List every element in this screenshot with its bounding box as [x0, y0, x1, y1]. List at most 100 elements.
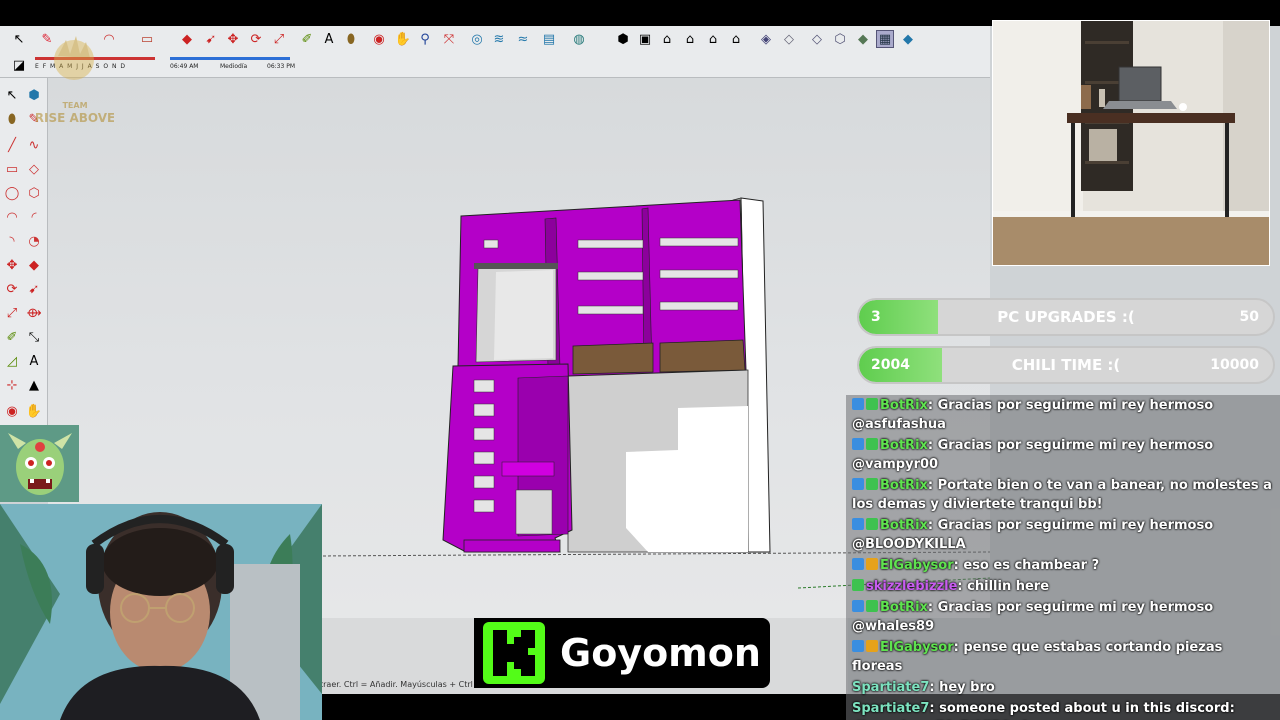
shaded-icon[interactable]: ⬡: [831, 30, 849, 48]
move-icon[interactable]: ✥: [224, 30, 242, 48]
text-tool-icon[interactable]: A: [320, 30, 338, 48]
orbit-icon[interactable]: ◉: [370, 30, 388, 48]
green-badge-icon: [866, 398, 878, 410]
blue-badge-icon: [852, 518, 864, 530]
scale-left-icon[interactable]: ⤢: [3, 304, 21, 322]
lower-niche: [515, 489, 553, 535]
chat-message: ElGabysor: eso es chambear ?: [846, 555, 1280, 576]
xray-icon[interactable]: ◈: [757, 30, 775, 48]
move-left-icon[interactable]: ✥: [3, 256, 21, 274]
back-view-icon[interactable]: ⌂: [704, 30, 722, 48]
rectangle-left-icon[interactable]: ▭: [3, 160, 21, 178]
orbit-left-icon[interactable]: ◉: [3, 402, 21, 420]
three-point-arc-icon[interactable]: ◝: [3, 232, 21, 250]
shoe-slot: [473, 499, 495, 513]
line-icon[interactable]: ╱: [3, 136, 21, 154]
chat-username[interactable]: BotRix: [880, 478, 928, 493]
tape-icon[interactable]: ✐: [3, 328, 21, 346]
select-tool-icon[interactable]: ↖: [10, 30, 28, 48]
chat-username[interactable]: ElGabysor: [880, 558, 954, 573]
chat-panel: BotRix: Gracias por seguirme mi rey herm…: [846, 395, 1280, 720]
3d-text-icon[interactable]: ▲: [25, 376, 43, 394]
hidden-line-icon[interactable]: ◇: [808, 30, 826, 48]
chat-text: hey bro: [939, 680, 995, 695]
wood-drawer-left: [572, 342, 654, 375]
chat-username[interactable]: BotRix: [880, 398, 928, 413]
chat-username[interactable]: skizzlebizzle: [866, 579, 957, 594]
shoe-slot: [473, 451, 495, 465]
blue-badge-icon: [852, 558, 864, 570]
zoom-extents-icon[interactable]: ⤧: [440, 30, 458, 48]
section-cut-icon[interactable]: ≈: [514, 30, 532, 48]
chat-username[interactable]: BotRix: [880, 438, 928, 453]
chat-username[interactable]: BotRix: [880, 600, 928, 615]
pan-icon[interactable]: ✋: [394, 30, 412, 48]
shaded-textures-icon[interactable]: ◆: [854, 30, 872, 48]
styles-icon[interactable]: ◍: [570, 30, 588, 48]
chat-message: BotRix: Gracias por seguirme mi rey herm…: [846, 435, 1280, 475]
text-left-icon[interactable]: A: [25, 352, 43, 370]
rotated-rectangle-icon[interactable]: ◇: [25, 160, 43, 178]
paint-icon[interactable]: ⬮: [3, 110, 21, 128]
two-point-arc-icon[interactable]: ◜: [25, 208, 43, 226]
rotate-icon[interactable]: ⟳: [247, 30, 265, 48]
pan-left-icon[interactable]: ✋: [25, 402, 43, 420]
chat-username[interactable]: Spartiate7: [852, 680, 929, 695]
chat-message: Spartiate7: hey bro: [846, 677, 1280, 698]
dimension-icon[interactable]: ⤡: [25, 328, 43, 346]
follow-me-icon[interactable]: ➹: [202, 30, 220, 48]
top-view-icon[interactable]: ▣: [636, 30, 654, 48]
blue-badge-icon: [852, 478, 864, 490]
orange-badge-icon: [866, 558, 878, 570]
streamer-name-banner: Goyomon: [474, 618, 770, 688]
right-view-icon[interactable]: ⌂: [681, 30, 699, 48]
chat-separator: :: [927, 478, 938, 493]
section-fill-icon[interactable]: ▤: [540, 30, 558, 48]
shoe-slot: [473, 475, 495, 489]
pie-icon[interactable]: ◔: [25, 232, 43, 250]
monochrome-icon[interactable]: ▦: [876, 30, 894, 48]
status-bar: traer. Ctrl = Añadir. Mayúsculas + Ctrl: [320, 680, 473, 689]
front-view-icon[interactable]: ⌂: [658, 30, 676, 48]
zoom-icon[interactable]: ⚲: [416, 30, 434, 48]
green-badge-icon: [866, 438, 878, 450]
protractor-icon[interactable]: ◿: [3, 352, 21, 370]
time-start-label: 06:49 AM: [170, 63, 199, 70]
paint-bucket-icon[interactable]: ⬮: [342, 30, 360, 48]
wood-drawer-right: [659, 339, 746, 373]
shelf-slot: [483, 239, 499, 249]
tape-measure-icon[interactable]: ✐: [298, 30, 316, 48]
iso-view-icon[interactable]: ⬢: [614, 30, 632, 48]
orange-badge-icon: [866, 640, 878, 652]
chat-username[interactable]: Spartiate7: [852, 701, 929, 716]
axes-icon[interactable]: ⊹: [3, 376, 21, 394]
left-view-icon[interactable]: ⌂: [727, 30, 745, 48]
section-display-icon[interactable]: ≋: [490, 30, 508, 48]
shoe-slot: [473, 403, 495, 417]
goal-title: PC UPGRADES :(: [997, 308, 1135, 326]
push-pull-icon[interactable]: ◆: [178, 30, 196, 48]
shadows-icon[interactable]: ◆: [899, 30, 917, 48]
rotate-left-icon[interactable]: ⟳: [3, 280, 21, 298]
svg-text:TEAM: TEAM: [62, 101, 87, 110]
scale-icon[interactable]: ⤢: [270, 30, 288, 48]
section-plane-icon[interactable]: ◎: [468, 30, 486, 48]
shoe-slot: [473, 427, 495, 441]
push-pull-left-icon[interactable]: ◆: [25, 256, 43, 274]
hanging-back: [494, 270, 553, 360]
chat-username[interactable]: ElGabysor: [880, 640, 954, 655]
shadow-toggle-icon[interactable]: ◪: [10, 56, 28, 74]
shelf-slot: [659, 269, 739, 279]
wireframe-icon[interactable]: ◇: [780, 30, 798, 48]
time-slider[interactable]: [170, 57, 290, 60]
arc-left-icon[interactable]: ◠: [3, 208, 21, 226]
rectangle-icon[interactable]: ▭: [138, 30, 156, 48]
chat-text: chillin here: [967, 579, 1050, 594]
select-icon[interactable]: ↖: [3, 86, 21, 104]
chat-username[interactable]: BotRix: [880, 518, 928, 533]
offset-icon[interactable]: ⟴: [25, 304, 43, 322]
blue-badge-icon: [852, 600, 864, 612]
follow-me-left-icon[interactable]: ➹: [25, 280, 43, 298]
circle-icon[interactable]: ◯: [3, 184, 21, 202]
polygon-icon[interactable]: ⬡: [25, 184, 43, 202]
